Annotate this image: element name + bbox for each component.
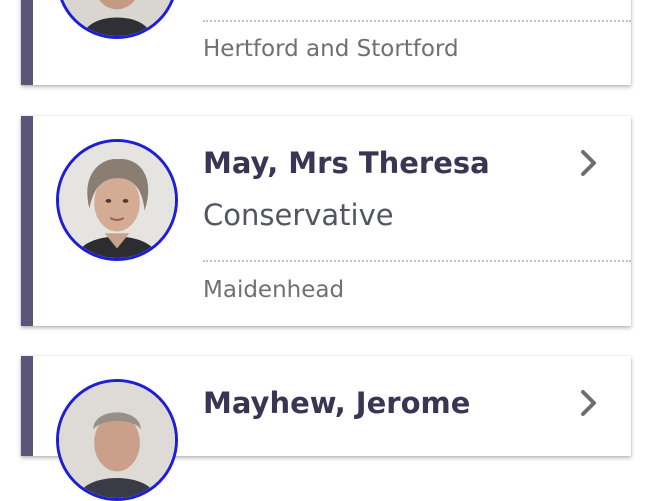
member-portrait-icon — [59, 142, 175, 258]
member-card[interactable]: Mayhew, Jerome — [21, 356, 631, 501]
member-card[interactable]: Hertford and Stortford — [21, 0, 631, 85]
member-avatar — [56, 0, 178, 39]
member-party: Conservative — [203, 198, 394, 232]
card-accent-stripe — [21, 356, 33, 456]
card-accent-stripe — [21, 0, 33, 85]
member-portrait-icon — [59, 0, 175, 36]
card-divider — [203, 260, 631, 262]
member-name: Mayhew, Jerome — [203, 386, 471, 420]
member-name: May, Mrs Theresa — [203, 146, 490, 180]
chevron-right-icon[interactable] — [577, 148, 601, 178]
member-avatar — [56, 379, 178, 501]
member-avatar — [56, 139, 178, 261]
card-accent-stripe — [21, 116, 33, 326]
member-constituency: Maidenhead — [203, 277, 345, 303]
member-portrait-icon — [59, 382, 175, 498]
member-constituency: Hertford and Stortford — [203, 36, 459, 62]
chevron-right-icon[interactable] — [577, 388, 601, 418]
member-card[interactable]: May, Mrs Theresa Conservative Maidenhead — [21, 116, 631, 326]
card-divider — [203, 20, 631, 22]
